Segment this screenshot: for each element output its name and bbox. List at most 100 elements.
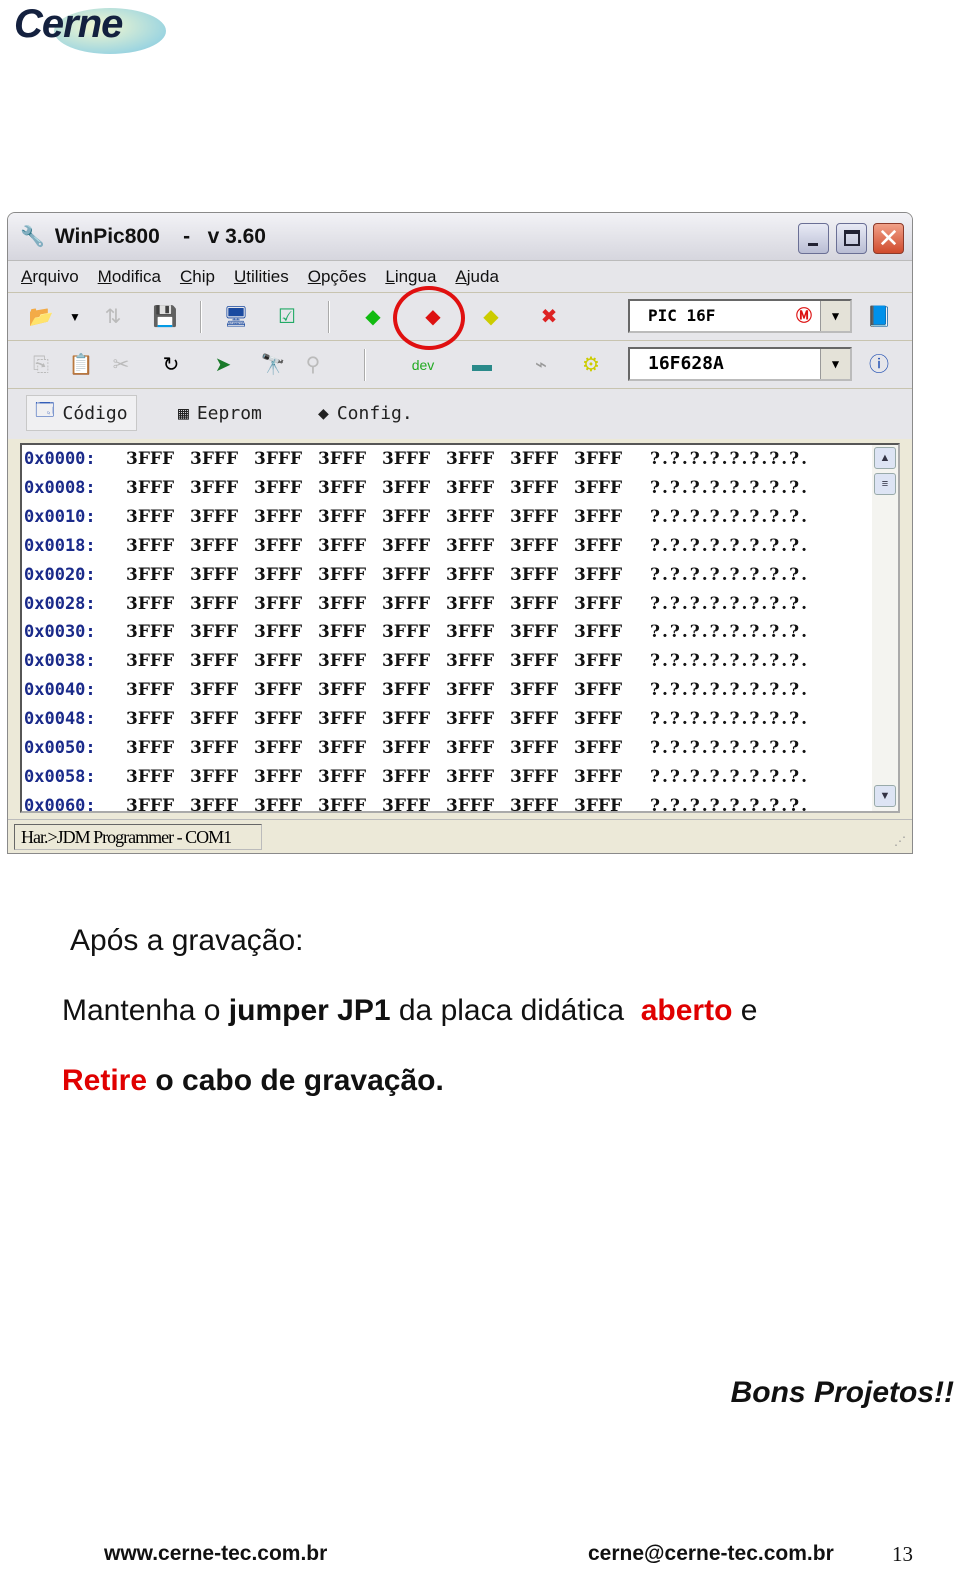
hex-cell[interactable]: 3FFF	[574, 622, 622, 642]
hex-cell[interactable]: 3FFF	[126, 651, 174, 671]
tab-eeprom[interactable]: ▦ Eeprom	[170, 395, 270, 431]
cut-icon[interactable]: ✂	[108, 353, 134, 377]
hex-cell[interactable]: 3FFF	[510, 622, 558, 642]
hex-cell[interactable]: 3FFF	[574, 709, 622, 729]
connector-icon[interactable]: ⌁	[528, 353, 554, 377]
find-next-icon[interactable]: ⚲	[300, 353, 326, 377]
help-book-icon[interactable]: 📘	[866, 305, 892, 329]
hex-cell[interactable]: 3FFF	[382, 594, 430, 614]
hex-cell[interactable]: 3FFF	[254, 796, 302, 811]
hex-cell[interactable]: 3FFF	[126, 478, 174, 498]
chevron-down-icon[interactable]: ▼	[820, 301, 850, 331]
hex-cell[interactable]: 3FFF	[126, 767, 174, 787]
hex-cell[interactable]: 3FFF	[254, 622, 302, 642]
hex-cell[interactable]: 3FFF	[318, 709, 366, 729]
hex-cell[interactable]: 3FFF	[446, 651, 494, 671]
hex-cell[interactable]: 3FFF	[190, 738, 238, 758]
hex-cell[interactable]: 3FFF	[510, 478, 558, 498]
hex-cell[interactable]: 3FFF	[574, 651, 622, 671]
hex-cell[interactable]: 3FFF	[446, 709, 494, 729]
hex-cell[interactable]: 3FFF	[190, 622, 238, 642]
hex-cell[interactable]: 3FFF	[446, 507, 494, 527]
hex-cell[interactable]: 3FFF	[574, 536, 622, 556]
hex-cell[interactable]: 3FFF	[446, 796, 494, 811]
hex-cell[interactable]: 3FFF	[318, 651, 366, 671]
open-folder-icon[interactable]: 📂	[28, 305, 54, 329]
scroll-down-button[interactable]: ▼	[874, 785, 896, 807]
device-combo[interactable]: 16F628A ▼	[628, 347, 852, 381]
hex-cell[interactable]: 3FFF	[510, 738, 558, 758]
code-hex-grid[interactable]: 0x0000: 3FFF 3FFF 3FFF 3FFF 3FFF 3FFF 3FFF 3FFF?…	[20, 443, 900, 813]
save-icon[interactable]: 💾	[152, 305, 178, 329]
hex-cell[interactable]: 3FFF	[190, 796, 238, 811]
hex-cell[interactable]: 3FFF	[126, 507, 174, 527]
hex-cell[interactable]: 3FFF	[318, 507, 366, 527]
copy-icon[interactable]: ⎘	[28, 353, 54, 377]
hex-cell[interactable]: 3FFF	[510, 796, 558, 811]
hex-cell[interactable]: 3FFF	[318, 796, 366, 811]
hex-cell[interactable]: 3FFF	[382, 449, 430, 469]
hex-cell[interactable]: 3FFF	[446, 536, 494, 556]
hex-cell[interactable]: 3FFF	[446, 767, 494, 787]
close-button[interactable]: ✕	[873, 223, 904, 254]
hex-cell[interactable]: 3FFF	[254, 738, 302, 758]
hex-cell[interactable]: 3FFF	[318, 738, 366, 758]
hex-cell[interactable]: 3FFF	[382, 651, 430, 671]
menu-lingua[interactable]: Lingua	[385, 267, 436, 287]
hex-cell[interactable]: 3FFF	[574, 738, 622, 758]
hex-cell[interactable]: 3FFF	[574, 594, 622, 614]
hex-cell[interactable]: 3FFF	[510, 449, 558, 469]
hex-cell[interactable]: 3FFF	[382, 507, 430, 527]
menu-ajuda[interactable]: Ajuda	[455, 267, 498, 287]
goto-icon[interactable]: ➤	[210, 353, 236, 377]
hex-cell[interactable]: 3FFF	[254, 536, 302, 556]
hex-cell[interactable]: 3FFF	[318, 536, 366, 556]
hex-cell[interactable]: 3FFF	[318, 680, 366, 700]
menu-chip[interactable]: Chip	[180, 267, 215, 287]
erase-chip-icon[interactable]: ✖	[536, 305, 562, 329]
hex-cell[interactable]: 3FFF	[510, 565, 558, 585]
tab-codigo[interactable]: 🗔 Código	[26, 395, 137, 431]
hex-cell[interactable]: 3FFF	[574, 565, 622, 585]
hex-cell[interactable]: 3FFF	[254, 767, 302, 787]
hex-cell[interactable]: 3FFF	[126, 536, 174, 556]
hex-cell[interactable]: 3FFF	[126, 738, 174, 758]
menu-arquivo[interactable]: Arquivo	[21, 267, 79, 287]
hex-cell[interactable]: 3FFF	[126, 709, 174, 729]
hex-cell[interactable]: 3FFF	[126, 449, 174, 469]
hex-cell[interactable]: 3FFF	[190, 651, 238, 671]
hardware-icon[interactable]: ▬	[460, 353, 504, 377]
verify-chip-icon[interactable]: ◆	[478, 305, 504, 329]
hex-cell[interactable]: 3FFF	[190, 680, 238, 700]
reload-icon[interactable]: ⇅	[100, 305, 126, 329]
hex-cell[interactable]: 3FFF	[382, 767, 430, 787]
hex-cell[interactable]: 3FFF	[574, 680, 622, 700]
hex-cell[interactable]: 3FFF	[318, 565, 366, 585]
hex-cell[interactable]: 3FFF	[126, 680, 174, 700]
hex-cell[interactable]: 3FFF	[446, 449, 494, 469]
menu-modifica[interactable]: Modifica	[98, 267, 161, 287]
hex-cell[interactable]: 3FFF	[510, 507, 558, 527]
hex-cell[interactable]: 3FFF	[446, 594, 494, 614]
tab-config[interactable]: ◆ Config.	[310, 395, 421, 431]
hex-cell[interactable]: 3FFF	[254, 680, 302, 700]
hex-cell[interactable]: 3FFF	[190, 449, 238, 469]
hex-cell[interactable]: 3FFF	[318, 449, 366, 469]
monitor-icon[interactable]: 🖥	[223, 305, 249, 329]
hex-cell[interactable]: 3FFF	[126, 796, 174, 811]
detect-device-icon[interactable]: ⚙	[578, 353, 604, 377]
scroll-up-button[interactable]: ▲	[874, 447, 896, 469]
hex-cell[interactable]: 3FFF	[254, 651, 302, 671]
hex-cell[interactable]: 3FFF	[190, 507, 238, 527]
hex-cell[interactable]: 3FFF	[510, 767, 558, 787]
hex-cell[interactable]: 3FFF	[318, 594, 366, 614]
hex-cell[interactable]: 3FFF	[254, 449, 302, 469]
hex-cell[interactable]: 3FFF	[510, 651, 558, 671]
family-combo[interactable]: PIC 16F Ⓜ ▼	[628, 299, 852, 333]
hex-cell[interactable]: 3FFF	[382, 796, 430, 811]
hex-cell[interactable]: 3FFF	[190, 709, 238, 729]
read-chip-icon[interactable]: ◆	[360, 305, 386, 329]
hex-cell[interactable]: 3FFF	[510, 709, 558, 729]
hex-cell[interactable]: 3FFF	[382, 680, 430, 700]
hex-cell[interactable]: 3FFF	[318, 478, 366, 498]
